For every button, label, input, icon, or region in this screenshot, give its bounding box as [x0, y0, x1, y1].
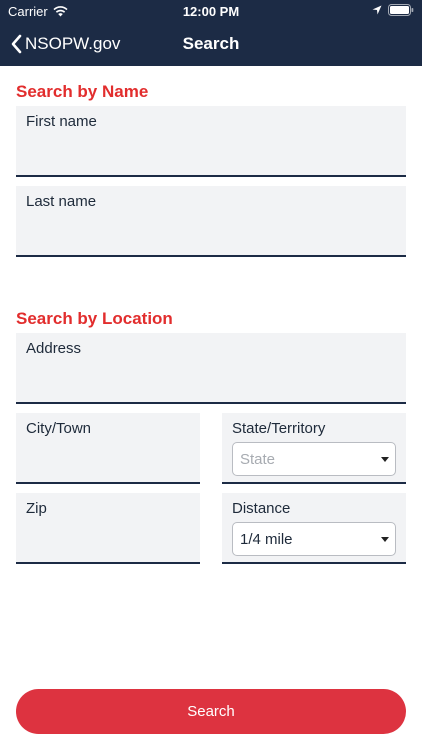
city-field[interactable]: City/Town	[16, 413, 200, 484]
dropdown-arrow-icon	[381, 457, 389, 462]
state-select[interactable]: State	[232, 442, 396, 476]
last-name-input[interactable]	[26, 216, 396, 246]
state-label: State/Territory	[232, 420, 326, 437]
location-arrow-icon	[372, 5, 382, 15]
zip-input[interactable]	[26, 523, 190, 553]
zip-label: Zip	[26, 500, 47, 517]
city-input[interactable]	[26, 443, 190, 473]
state-select-placeholder: State	[240, 450, 276, 468]
search-by-location-heading: Search by Location	[16, 309, 173, 328]
first-name-input[interactable]	[26, 136, 396, 166]
distance-select[interactable]: 1/4 mile	[232, 522, 396, 556]
search-by-name-heading: Search by Name	[16, 82, 149, 101]
status-time: 12:00 PM	[182, 4, 240, 19]
address-field[interactable]: Address	[16, 333, 406, 404]
address-input[interactable]	[26, 363, 396, 393]
status-right	[372, 4, 414, 16]
first-name-field[interactable]: First name	[16, 106, 406, 177]
first-name-label: First name	[26, 113, 97, 130]
dropdown-arrow-icon	[381, 537, 389, 542]
search-button[interactable]: Search	[16, 689, 406, 734]
distance-label: Distance	[232, 500, 291, 517]
last-name-field[interactable]: Last name	[16, 186, 406, 257]
state-field: State/Territory State	[222, 413, 406, 484]
distance-field: Distance 1/4 mile	[222, 493, 406, 564]
city-label: City/Town	[26, 420, 92, 437]
navigation-bar: NSOPW.gov Search	[0, 22, 422, 66]
zip-field[interactable]: Zip	[16, 493, 200, 564]
distance-select-value: 1/4 mile	[240, 530, 293, 548]
page-title: Search	[182, 34, 240, 53]
battery-icon	[388, 4, 414, 16]
address-label: Address	[26, 340, 82, 357]
status-bar: Carrier 12:00 PM	[0, 0, 422, 22]
last-name-label: Last name	[26, 193, 97, 210]
